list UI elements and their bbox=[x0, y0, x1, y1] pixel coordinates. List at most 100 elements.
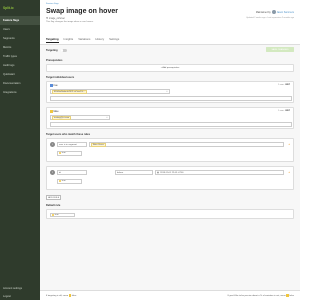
sidebar-item-quickstart[interactable]: Quickstart bbox=[0, 70, 40, 79]
main-content: Feature flags Swap image on hover ⚑ imag… bbox=[40, 0, 300, 300]
add-condition-icon[interactable]: + bbox=[288, 170, 290, 174]
targeting-row: Targeting bbox=[46, 49, 67, 52]
default-rule-header: Default rule bbox=[46, 204, 60, 207]
prerequisites-card: + Add prerequisites bbox=[46, 64, 294, 72]
individual-true-card: true 1 user · EDIT EUk8mNwbrukZ4VLcrOwvJ… bbox=[46, 81, 294, 103]
user-chip-input[interactable]: EUk8mNwbrukZ4VLcrOwvJG... ✕ bbox=[50, 89, 170, 94]
add-prerequisites-button[interactable]: + Add prerequisites bbox=[161, 67, 180, 69]
variation-color-swatch bbox=[50, 84, 53, 87]
serve-select[interactable]: true bbox=[57, 151, 82, 156]
maintained-by-label: Maintained by bbox=[255, 10, 271, 14]
avatar bbox=[271, 10, 276, 14]
targeting-toggle[interactable] bbox=[60, 49, 67, 52]
maintainer-name[interactable]: Jason Summers bbox=[277, 11, 294, 14]
segment-chip[interactable]: Beta Users bbox=[91, 142, 106, 147]
tab-insights[interactable]: Insights bbox=[64, 37, 74, 43]
user-chip-input[interactable]: testing@ui.com ✕ bbox=[50, 115, 110, 120]
page-title: Swap image on hover bbox=[46, 8, 118, 15]
variation-false-count: 1 user · EDIT bbox=[278, 110, 290, 112]
variation-name: true bbox=[53, 84, 58, 87]
tab-settings[interactable]: Settings bbox=[109, 37, 119, 43]
variation-true-count: 1 user · EDIT bbox=[278, 84, 290, 86]
flag-key-text: image_onhover bbox=[49, 17, 65, 20]
default-serve-select[interactable]: true bbox=[50, 212, 75, 217]
rule-card: 1 user is in segment Beta Users + true bbox=[46, 138, 294, 162]
prerequisites-header: Prerequisites bbox=[46, 59, 62, 62]
rules-header: Target users who match these rules bbox=[46, 133, 90, 136]
variation-color-swatch bbox=[50, 110, 53, 113]
close-icon[interactable]: ✕ bbox=[166, 90, 168, 93]
variation-dot-icon bbox=[59, 152, 61, 155]
user-chip[interactable]: EUk8mNwbrukZ4VLcrOwvJG... bbox=[52, 89, 87, 94]
footer-right-value[interactable]: false bbox=[289, 295, 294, 297]
targeting-content: Targeting SAVE CHANGES Prerequisites + A… bbox=[40, 45, 300, 290]
rule-number-badge: 1 bbox=[50, 142, 55, 147]
add-user-input[interactable] bbox=[50, 96, 292, 101]
edit-button[interactable]: EDIT bbox=[285, 110, 290, 112]
serve-value: true bbox=[54, 213, 59, 216]
sidebar-item-integrations[interactable]: Integrations bbox=[0, 88, 40, 97]
targeting-footer: If targeting is off, serve false If you'… bbox=[40, 290, 300, 300]
flag-description: This flag changes the image when a user … bbox=[46, 21, 94, 23]
tab-variations[interactable]: Variations bbox=[78, 37, 90, 43]
serve-value: true bbox=[61, 152, 66, 155]
add-rule-button[interactable]: ADD RULE bbox=[46, 195, 62, 201]
default-rule-label: Default rule bbox=[46, 204, 61, 207]
individual-label: Target individual users bbox=[46, 76, 75, 79]
rule-date-input[interactable]: ▦ 2018-11-01 22:05 -0700 bbox=[155, 170, 284, 175]
sidebar: Split.io Feature flags Users Segments Me… bbox=[0, 0, 40, 300]
prerequisites-label: Prerequisites bbox=[46, 59, 63, 62]
rule-attribute-select[interactable]: dt bbox=[57, 170, 87, 175]
sidebar-item-account-settings[interactable]: Account settings bbox=[0, 284, 40, 292]
variation-dot-icon bbox=[59, 180, 61, 183]
footer-left-text: If targeting is off, serve bbox=[46, 294, 69, 297]
rule-number-badge: 2 bbox=[50, 170, 55, 175]
edit-button[interactable]: EDIT bbox=[285, 84, 290, 86]
rule-attribute-select[interactable]: user is in segment bbox=[57, 142, 87, 147]
sidebar-item-users[interactable]: Users bbox=[0, 25, 40, 34]
serve-select[interactable]: true bbox=[57, 179, 82, 184]
rule-card: 2 dt before ▦ 2018-11-01 22:05 -0700 + t… bbox=[46, 166, 294, 190]
variation-name: false bbox=[53, 110, 59, 113]
sidebar-item-logout[interactable]: Logout bbox=[0, 292, 40, 300]
rules-label: Target users who match these rules bbox=[46, 133, 91, 136]
page-header: Feature flags Swap image on hover ⚑ imag… bbox=[40, 0, 300, 45]
user-count: 1 user bbox=[278, 84, 284, 86]
targeting-label: Targeting bbox=[46, 49, 58, 52]
maintainer-info: Maintained by Jason Summers bbox=[256, 10, 294, 14]
env-info: Updated 2 weeks ago • Last impression 2 … bbox=[246, 17, 294, 19]
default-rule-card: true bbox=[46, 209, 294, 219]
sidebar-item-documentation[interactable]: Documentation bbox=[0, 79, 40, 88]
add-user-input[interactable] bbox=[50, 122, 292, 127]
sidebar-item-traffic-types[interactable]: Traffic types bbox=[0, 52, 40, 61]
tab-bar: Targeting Insights Variations History Se… bbox=[46, 37, 119, 44]
save-button[interactable]: SAVE CHANGES bbox=[266, 47, 294, 52]
variation-true-header: true bbox=[50, 84, 58, 87]
user-chip[interactable]: testing@ui.com bbox=[52, 115, 72, 120]
sidebar-item-metrics[interactable]: Metrics bbox=[0, 43, 40, 52]
app-logo[interactable]: Split.io bbox=[0, 0, 40, 16]
sidebar-item-feature-flags[interactable]: Feature flags bbox=[0, 16, 40, 25]
footer-right: If you'd like to be precise about a % of… bbox=[228, 294, 294, 297]
sidebar-item-segments[interactable]: Segments bbox=[0, 34, 40, 43]
individual-false-card: false 1 user · EDIT testing@ui.com ✕ bbox=[46, 107, 294, 129]
flag-key: ⚑ image_onhover bbox=[46, 17, 65, 21]
tab-targeting[interactable]: Targeting bbox=[46, 37, 59, 44]
footer-left-value[interactable]: false bbox=[72, 295, 77, 297]
rule-date-value: 2018-11-01 22:05 -0700 bbox=[160, 171, 184, 174]
key-icon: ⚑ bbox=[46, 18, 49, 20]
variation-dot-icon bbox=[52, 213, 54, 216]
tab-history[interactable]: History bbox=[95, 37, 104, 43]
sidebar-item-audit-logs[interactable]: Audit logs bbox=[0, 61, 40, 70]
user-count: 1 user bbox=[278, 110, 284, 112]
serve-value: true bbox=[61, 180, 66, 183]
close-icon[interactable]: ✕ bbox=[106, 116, 108, 119]
add-condition-icon[interactable]: + bbox=[288, 142, 290, 146]
footer-left: If targeting is off, serve false bbox=[46, 294, 76, 297]
footer-right-text: If you'd like to be precise about a % of… bbox=[227, 294, 286, 297]
calendar-icon: ▦ bbox=[157, 172, 160, 174]
variation-false-header: false bbox=[50, 110, 59, 113]
rule-value-input[interactable]: Beta Users bbox=[89, 142, 284, 147]
breadcrumb[interactable]: Feature flags bbox=[46, 3, 59, 5]
rule-operator-select[interactable]: before bbox=[115, 170, 153, 175]
